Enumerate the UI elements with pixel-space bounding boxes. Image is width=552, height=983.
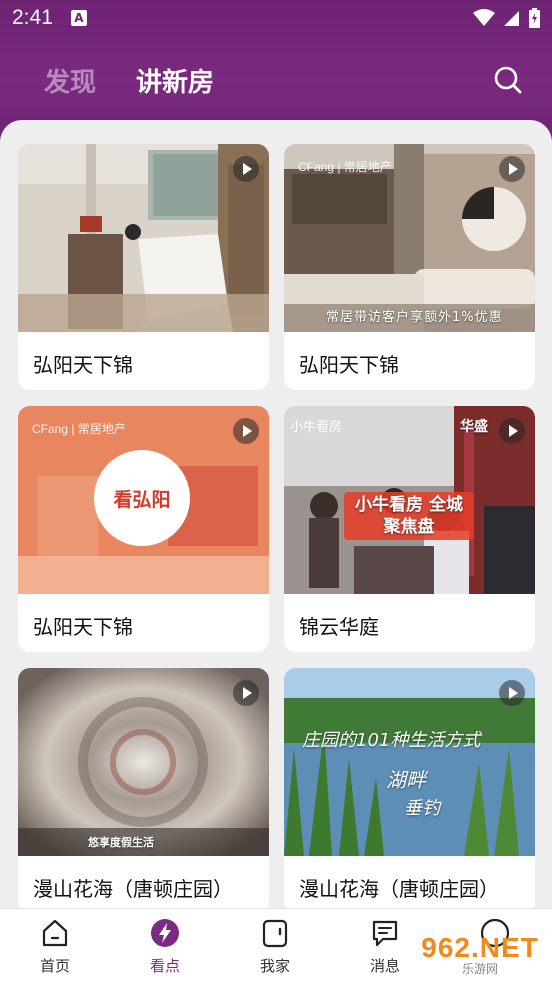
- card-title: 锦云华庭: [299, 615, 379, 639]
- card-title: 漫山花海（唐顿庄园）: [299, 877, 499, 901]
- lightning-icon: [151, 919, 179, 947]
- video-thumbnail: CFang | 常居地产 常居带访客户享额外1%优惠: [284, 144, 535, 332]
- promo-overlay-text-3: 垂钓: [404, 798, 440, 819]
- video-card[interactable]: 弘阳天下锦: [18, 144, 269, 390]
- home-icon: [42, 919, 68, 947]
- site-watermark: 962.NET 乐游网: [414, 932, 546, 980]
- tab-discover[interactable]: 发现: [44, 62, 96, 99]
- play-icon: [499, 156, 525, 182]
- brand-logo-text: CFang | 常居地产: [298, 160, 392, 174]
- wifi-icon: [473, 9, 495, 26]
- house-door-icon: [262, 919, 288, 948]
- card-title: 弘阳天下锦: [33, 353, 133, 377]
- video-card[interactable]: 小牛看房 华盛 小牛看房 全城聚焦盘 锦云华庭: [284, 406, 535, 652]
- brand-logo-text: CFang | 常居地产: [32, 422, 126, 436]
- video-thumbnail: CFang | 常居地产 看弘阳: [18, 406, 269, 594]
- video-thumbnail: 悠享度假生活: [18, 668, 269, 856]
- play-icon: [499, 680, 525, 706]
- video-grid: 弘阳天下锦 CFang | 常居地产 常居带访客户享额外1%优惠 弘阳天下锦 C…: [0, 120, 552, 908]
- video-thumbnail: [18, 144, 269, 332]
- video-thumbnail: 小牛看房 华盛 小牛看房 全城聚焦盘: [284, 406, 535, 594]
- status-icons: [473, 8, 540, 28]
- video-card[interactable]: CFang | 常居地产 看弘阳 弘阳天下锦: [18, 406, 269, 652]
- battery-icon: [529, 8, 540, 28]
- motion-blur-image: [18, 668, 269, 856]
- promo-overlay-text: 悠享度假生活: [88, 836, 154, 849]
- play-icon: [233, 680, 259, 706]
- promo-overlay-text: 常居带访客户享额外1%优惠: [326, 310, 503, 325]
- card-title: 漫山花海（唐顿庄园）: [33, 877, 233, 901]
- search-icon[interactable]: [492, 64, 524, 96]
- watermark-sub-text: 乐游网: [461, 962, 498, 976]
- lakeside-image: [284, 668, 535, 856]
- header: 发现 讲新房: [0, 50, 552, 110]
- nav-item-home[interactable]: 首页: [0, 909, 110, 983]
- play-icon: [499, 418, 525, 444]
- nav-label: 看点: [149, 957, 180, 975]
- play-icon: [233, 156, 259, 182]
- tab-new-homes[interactable]: 讲新房: [136, 62, 214, 99]
- card-title: 弘阳天下锦: [33, 615, 133, 639]
- nav-label: 首页: [39, 957, 70, 975]
- nav-label: 我家: [259, 957, 290, 975]
- message-icon: [372, 920, 398, 947]
- video-card[interactable]: CFang | 常居地产 常居带访客户享额外1%优惠 弘阳天下锦: [284, 144, 535, 390]
- card-title: 弘阳天下锦: [299, 353, 399, 377]
- video-card[interactable]: 庄园的101种生活方式 湖畔 垂钓 漫山花海（唐顿庄园）: [284, 668, 535, 908]
- nav-item-highlights[interactable]: 看点: [110, 909, 220, 983]
- play-icon: [233, 418, 259, 444]
- center-circle-label: 看弘阳: [94, 450, 190, 546]
- nav-item-my-home[interactable]: 我家: [220, 909, 330, 983]
- nav-label: 消息: [369, 957, 400, 975]
- brand-logo-text: 小牛看房: [290, 419, 343, 434]
- promo-overlay-text: 庄园的101种生活方式: [302, 730, 481, 751]
- signal-icon: [504, 11, 519, 26]
- promo-overlay-text: 小牛看房 全城聚焦盘: [344, 492, 474, 540]
- video-thumbnail: 庄园的101种生活方式 湖畔 垂钓: [284, 668, 535, 856]
- corner-overlay-text: 华盛: [460, 419, 488, 435]
- bedroom-image: [18, 144, 269, 332]
- status-bar: 2:41 A: [0, 0, 552, 36]
- video-card[interactable]: 悠享度假生活 漫山花海（唐顿庄园）: [18, 668, 269, 908]
- status-time: 2:41: [12, 6, 53, 29]
- promo-overlay-text-2: 湖畔: [386, 768, 426, 792]
- notification-a-icon: A: [70, 10, 87, 26]
